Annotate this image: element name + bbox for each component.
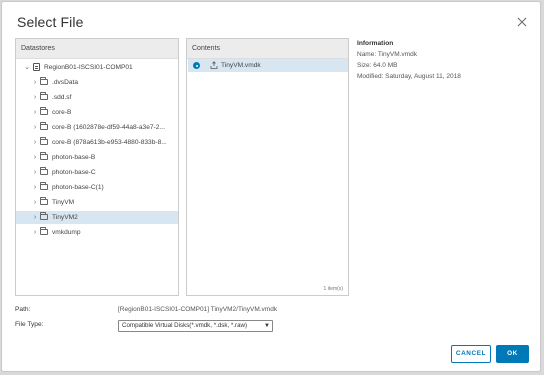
chevron-right-icon[interactable]: ›	[32, 181, 38, 194]
file-type-label: File Type:	[15, 321, 44, 328]
path-value: [RegionB01-ISCSI01-COMP01] TinyVM2/TinyV…	[118, 306, 278, 313]
tree-node-folder[interactable]: › .sdd.sf	[16, 91, 178, 104]
tree-node-folder[interactable]: › .dvsData	[16, 76, 178, 89]
tree-node-label: .dvsData	[52, 79, 79, 86]
information-panel: Information Name: TinyVM.vmdk Size: 64.0…	[357, 38, 461, 82]
cancel-button[interactable]: CANCEL	[451, 345, 491, 363]
chevron-right-icon[interactable]: ›	[32, 211, 38, 224]
contents-row-label: TinyVM.vmdk	[221, 62, 261, 69]
chevron-right-icon[interactable]: ›	[32, 91, 38, 104]
tree-node-root[interactable]: ⌄ RegionB01-ISCSI01-COMP01	[16, 61, 178, 74]
folder-icon	[40, 227, 48, 235]
tree-node-label: core-B	[52, 109, 72, 116]
chevron-down-icon[interactable]: ⌄	[24, 61, 30, 74]
contents-row-selected[interactable]: TinyVM.vmdk	[188, 59, 348, 72]
tree-node-label: TinyVM2	[52, 214, 78, 221]
ok-button[interactable]: OK	[496, 345, 529, 363]
chevron-right-icon[interactable]: ›	[32, 226, 38, 239]
folder-icon	[40, 167, 48, 175]
folder-icon	[40, 77, 48, 85]
tree-node-label: core-B (1602878e-df59-44a8-a3e7-2...	[52, 124, 165, 131]
file-type-selected-value: Compatible Virtual Disks(*.vmdk, *.dsk, …	[122, 322, 248, 329]
tree-node-label: photon-base-C	[52, 169, 96, 176]
folder-icon	[40, 152, 48, 160]
tree-node-folder[interactable]: › core-B (878a613b-e953-4880-833b-8...	[16, 136, 178, 149]
dialog-title: Select File	[17, 14, 84, 30]
chevron-right-icon[interactable]: ›	[32, 166, 38, 179]
information-title: Information	[357, 40, 394, 47]
info-size: Size: 64.0 MB	[357, 62, 398, 69]
close-icon[interactable]	[516, 16, 528, 28]
tree-node-folder[interactable]: › core-B (1602878e-df59-44a8-a3e7-2...	[16, 121, 178, 134]
tree-node-label: .sdd.sf	[52, 94, 72, 101]
info-modified: Modified: Saturday, August 11, 2018	[357, 73, 461, 80]
tree-node-folder[interactable]: › photon-base-C(1)	[16, 181, 178, 194]
datastores-tree: ⌄ RegionB01-ISCSI01-COMP01 › .dvsData › …	[16, 59, 178, 295]
chevron-right-icon[interactable]: ›	[32, 196, 38, 209]
tree-node-folder[interactable]: › TinyVM	[16, 196, 178, 209]
tree-node-label: photon-base-B	[52, 154, 96, 161]
tree-node-folder[interactable]: › photon-base-C	[16, 166, 178, 179]
folder-icon	[40, 92, 48, 100]
dropdown-arrow-icon: ▼	[264, 323, 270, 329]
folder-icon	[40, 137, 48, 145]
tree-node-label: RegionB01-ISCSI01-COMP01	[44, 64, 133, 71]
contents-panel: Contents TinyVM.vmdk 1 item(s)	[186, 38, 349, 296]
contents-header: Contents	[187, 39, 348, 59]
tree-node-label: vmkdump	[52, 229, 81, 236]
datastore-icon	[33, 63, 40, 71]
folder-icon	[40, 197, 48, 205]
tree-node-folder[interactable]: › vmkdump	[16, 226, 178, 239]
file-type-select[interactable]: Compatible Virtual Disks(*.vmdk, *.dsk, …	[118, 320, 273, 332]
tree-node-label: core-B (878a613b-e953-4880-833b-8...	[52, 139, 167, 146]
chevron-right-icon[interactable]: ›	[32, 106, 38, 119]
path-label: Path:	[15, 306, 31, 313]
radio-selected-icon[interactable]	[193, 62, 200, 69]
chevron-right-icon[interactable]: ›	[32, 136, 38, 149]
folder-icon	[40, 182, 48, 190]
tree-node-label: TinyVM	[52, 199, 75, 206]
item-count: 1 item(s)	[323, 286, 343, 292]
chevron-right-icon[interactable]: ›	[32, 151, 38, 164]
folder-icon	[40, 107, 48, 115]
folder-icon	[40, 212, 48, 220]
datastores-panel: Datastores ⌄ RegionB01-ISCSI01-COMP01 › …	[15, 38, 179, 296]
info-name: Name: TinyVM.vmdk	[357, 51, 417, 58]
datastores-header: Datastores	[16, 39, 178, 59]
tree-node-folder[interactable]: › photon-base-B	[16, 151, 178, 164]
chevron-right-icon[interactable]: ›	[32, 121, 38, 134]
virtual-disk-icon	[210, 61, 218, 69]
tree-node-folder-selected[interactable]: › TinyVM2	[16, 211, 178, 224]
tree-node-folder[interactable]: › core-B	[16, 106, 178, 119]
chevron-right-icon[interactable]: ›	[32, 76, 38, 89]
folder-icon	[40, 122, 48, 130]
tree-node-label: photon-base-C(1)	[52, 184, 104, 191]
